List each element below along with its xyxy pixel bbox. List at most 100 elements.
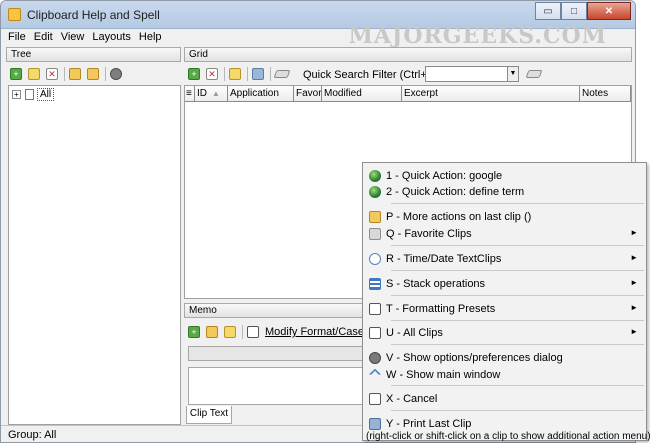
delete-clip-icon[interactable]: ✕ bbox=[206, 68, 218, 80]
print-icon[interactable] bbox=[252, 68, 264, 80]
stack-icon bbox=[369, 277, 381, 290]
paste-icon[interactable] bbox=[206, 326, 218, 338]
row-indicator-column[interactable]: ≡ bbox=[185, 86, 195, 101]
submenu-arrow-icon: ► bbox=[630, 228, 638, 237]
gear-icon bbox=[369, 351, 381, 364]
toolbar-separator bbox=[105, 67, 106, 81]
collapse-tree-icon[interactable] bbox=[87, 68, 99, 80]
add-node-icon[interactable]: + bbox=[10, 68, 22, 80]
tree-item-all[interactable]: + All bbox=[12, 88, 55, 101]
menu-help[interactable]: Help bbox=[139, 29, 162, 46]
globe-icon bbox=[369, 169, 381, 182]
menu-separator bbox=[391, 270, 644, 271]
clipboard-icon bbox=[369, 210, 381, 223]
clock-icon bbox=[369, 252, 381, 265]
quick-search-label: Quick Search Filter (Ctrl+F): bbox=[303, 69, 441, 81]
new-clip-icon[interactable]: + bbox=[188, 68, 200, 80]
expand-icon[interactable]: + bbox=[12, 90, 21, 99]
column-excerpt[interactable]: Excerpt bbox=[402, 86, 580, 101]
delete-node-icon[interactable]: ✕ bbox=[46, 68, 58, 80]
context-menu: 1 - Quick Action: google 2 - Quick Actio… bbox=[362, 162, 650, 442]
tree-panel-header: Tree bbox=[6, 47, 181, 62]
chevron-up-icon bbox=[369, 368, 381, 375]
memo-toolbar: + Modify Format/Case bbox=[183, 322, 364, 342]
window-title: Clipboard Help and Spell bbox=[27, 8, 160, 22]
submenu-arrow-icon: ► bbox=[630, 253, 638, 262]
menu-item-label: T - Formatting Presets bbox=[386, 302, 496, 315]
toolbar-separator bbox=[242, 325, 243, 339]
quick-search-input[interactable]: ▼ bbox=[425, 66, 519, 82]
menu-item-stack-operations[interactable]: S - Stack operations ► bbox=[364, 275, 645, 292]
toolbar-separator bbox=[64, 67, 65, 81]
modify-format-button[interactable]: Modify Format/Case bbox=[265, 326, 364, 338]
menu-item-all-clips[interactable]: U - All Clips ► bbox=[364, 324, 645, 341]
column-modified[interactable]: Modified bbox=[322, 86, 402, 101]
column-notes[interactable]: Notes bbox=[580, 86, 631, 101]
menu-footer-note: (right-click or shift-click on a clip to… bbox=[366, 431, 650, 442]
menu-item-label: X - Cancel bbox=[386, 392, 438, 405]
chevron-down-icon[interactable]: ▼ bbox=[507, 67, 518, 81]
menu-item-label: W - Show main window bbox=[386, 368, 501, 381]
menu-separator bbox=[391, 203, 644, 204]
clear-search-icon[interactable] bbox=[525, 70, 543, 78]
menu-layouts[interactable]: Layouts bbox=[92, 29, 131, 46]
copy-icon[interactable] bbox=[224, 326, 236, 338]
grid-header-row: ≡ ID ▲ Application Favori Modified Excerp… bbox=[185, 86, 631, 102]
highlight-icon[interactable] bbox=[273, 70, 291, 78]
gear-icon[interactable] bbox=[110, 68, 122, 80]
menu-separator bbox=[391, 410, 644, 411]
open-clip-icon[interactable] bbox=[229, 68, 241, 80]
grid-toolbar: + ✕ bbox=[183, 64, 295, 84]
tab-clip-text[interactable]: Clip Text bbox=[186, 406, 232, 424]
printer-icon bbox=[369, 417, 381, 430]
column-favorite[interactable]: Favori bbox=[294, 86, 322, 101]
menu-separator bbox=[391, 385, 644, 386]
menu-item-label: S - Stack operations bbox=[386, 277, 486, 290]
menu-item-more-actions[interactable]: P - More actions on last clip () bbox=[364, 208, 645, 225]
add-memo-icon[interactable]: + bbox=[188, 326, 200, 338]
menu-item-show-main-window[interactable]: W - Show main window bbox=[364, 366, 645, 383]
menu-item-print-last-clip[interactable]: Y - Print Last Clip bbox=[364, 415, 645, 432]
menu-edit[interactable]: Edit bbox=[34, 29, 53, 46]
app-icon bbox=[8, 8, 21, 21]
status-group-value: All bbox=[44, 429, 57, 441]
sort-asc-icon: ▲ bbox=[212, 89, 220, 98]
minimize-button[interactable]: ▭ bbox=[535, 2, 561, 20]
menu-item-quick-action-define[interactable]: 2 - Quick Action: define term bbox=[364, 183, 645, 200]
submenu-arrow-icon: ► bbox=[630, 327, 638, 336]
tree-toolbar: + ✕ bbox=[5, 64, 128, 84]
toolbar-separator bbox=[247, 67, 248, 81]
menu-separator bbox=[391, 344, 644, 345]
menu-item-label: Q - Favorite Clips bbox=[386, 227, 472, 240]
menu-item-favorite-clips[interactable]: Q - Favorite Clips ► bbox=[364, 225, 645, 242]
document-icon bbox=[25, 89, 34, 100]
toolbar-separator bbox=[224, 67, 225, 81]
tree-item-label[interactable]: All bbox=[37, 88, 55, 101]
format-icon bbox=[369, 302, 381, 315]
format-icon[interactable] bbox=[247, 326, 259, 338]
menu-item-time-date[interactable]: R - Time/Date TextClips ► bbox=[364, 250, 645, 267]
column-application[interactable]: Application bbox=[228, 86, 294, 101]
menu-item-label: V - Show options/preferences dialog bbox=[386, 351, 563, 364]
maximize-button[interactable]: □ bbox=[561, 2, 587, 20]
cancel-icon bbox=[369, 392, 381, 405]
menu-item-show-options[interactable]: V - Show options/preferences dialog bbox=[364, 349, 645, 366]
menu-separator bbox=[391, 295, 644, 296]
tree-view[interactable]: + All bbox=[8, 85, 181, 425]
column-id[interactable]: ID ▲ bbox=[195, 86, 228, 101]
toolbar-separator bbox=[270, 67, 271, 81]
submenu-arrow-icon: ► bbox=[630, 278, 638, 287]
menu-item-label: Y - Print Last Clip bbox=[386, 417, 472, 430]
edit-node-icon[interactable] bbox=[28, 68, 40, 80]
menu-item-quick-action-google[interactable]: 1 - Quick Action: google bbox=[364, 167, 645, 184]
memo-text-area[interactable] bbox=[188, 367, 368, 405]
menu-item-label: 2 - Quick Action: define term bbox=[386, 185, 525, 198]
menu-item-cancel[interactable]: X - Cancel bbox=[364, 390, 645, 407]
expand-tree-icon[interactable] bbox=[69, 68, 81, 80]
menu-item-label: 1 - Quick Action: google bbox=[386, 169, 503, 182]
menu-item-label: P - More actions on last clip () bbox=[386, 210, 532, 223]
menu-file[interactable]: File bbox=[8, 29, 26, 46]
menu-view[interactable]: View bbox=[61, 29, 85, 46]
menu-item-formatting-presets[interactable]: T - Formatting Presets ► bbox=[364, 300, 645, 317]
close-button[interactable]: ✕ bbox=[587, 2, 631, 20]
